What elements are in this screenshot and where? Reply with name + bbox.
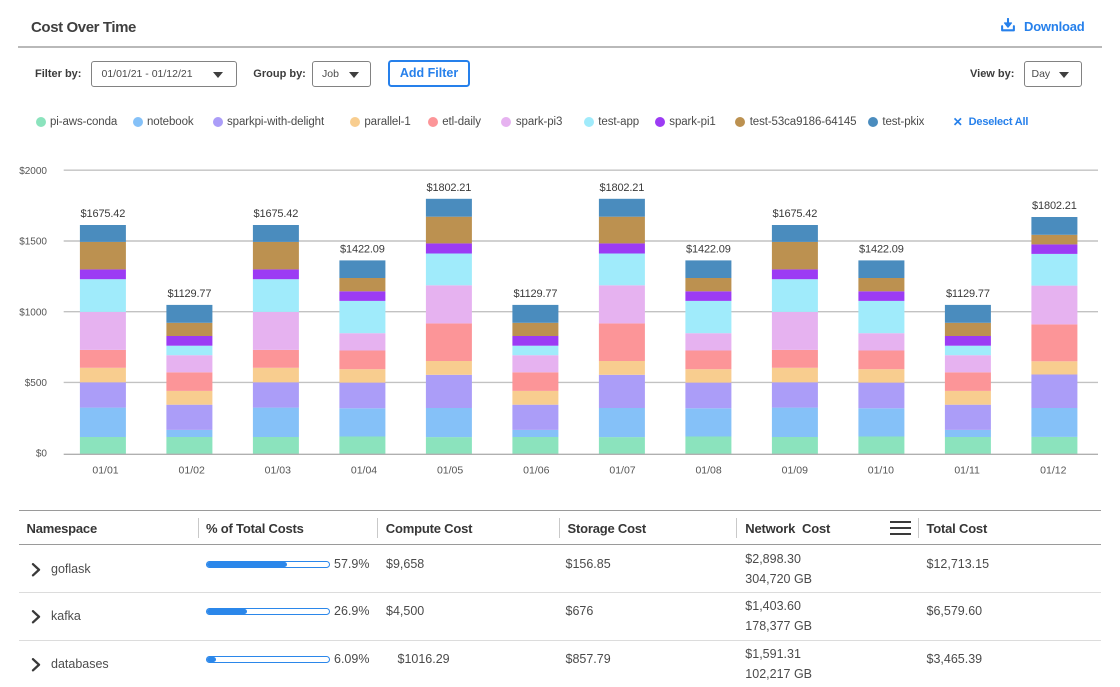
svg-text:$1422.09: $1422.09 <box>686 243 731 255</box>
svg-text:01/04: 01/04 <box>351 465 377 477</box>
svg-text:$1802.21: $1802.21 <box>427 182 472 194</box>
svg-text:01/03: 01/03 <box>265 465 291 477</box>
svg-text:$1000: $1000 <box>19 307 47 318</box>
svg-text:01/10: 01/10 <box>868 465 894 477</box>
svg-text:$1129.77: $1129.77 <box>513 288 557 300</box>
svg-text:$1802.21: $1802.21 <box>600 182 645 194</box>
svg-text:01/02: 01/02 <box>179 465 205 477</box>
svg-text:$2000: $2000 <box>19 166 47 177</box>
svg-text:01/09: 01/09 <box>782 465 808 477</box>
svg-text:01/01: 01/01 <box>92 465 118 477</box>
svg-text:$1675.42: $1675.42 <box>254 208 299 220</box>
svg-text:01/11: 01/11 <box>954 465 980 477</box>
svg-text:01/05: 01/05 <box>437 465 463 477</box>
svg-text:$1675.42: $1675.42 <box>773 208 818 220</box>
svg-text:$1129.77: $1129.77 <box>167 288 211 300</box>
svg-text:01/12: 01/12 <box>1040 465 1066 477</box>
svg-text:$500: $500 <box>25 378 48 389</box>
svg-text:$1422.09: $1422.09 <box>340 243 385 255</box>
svg-text:01/07: 01/07 <box>609 465 635 477</box>
svg-text:01/08: 01/08 <box>695 465 721 477</box>
svg-text:$1129.77: $1129.77 <box>946 288 990 300</box>
svg-text:$1675.42: $1675.42 <box>81 208 126 220</box>
svg-text:01/06: 01/06 <box>523 465 549 477</box>
svg-text:$1500: $1500 <box>19 237 47 248</box>
svg-text:$0: $0 <box>36 449 48 460</box>
svg-text:$1422.09: $1422.09 <box>859 243 904 255</box>
svg-text:$1802.21: $1802.21 <box>1032 200 1077 212</box>
